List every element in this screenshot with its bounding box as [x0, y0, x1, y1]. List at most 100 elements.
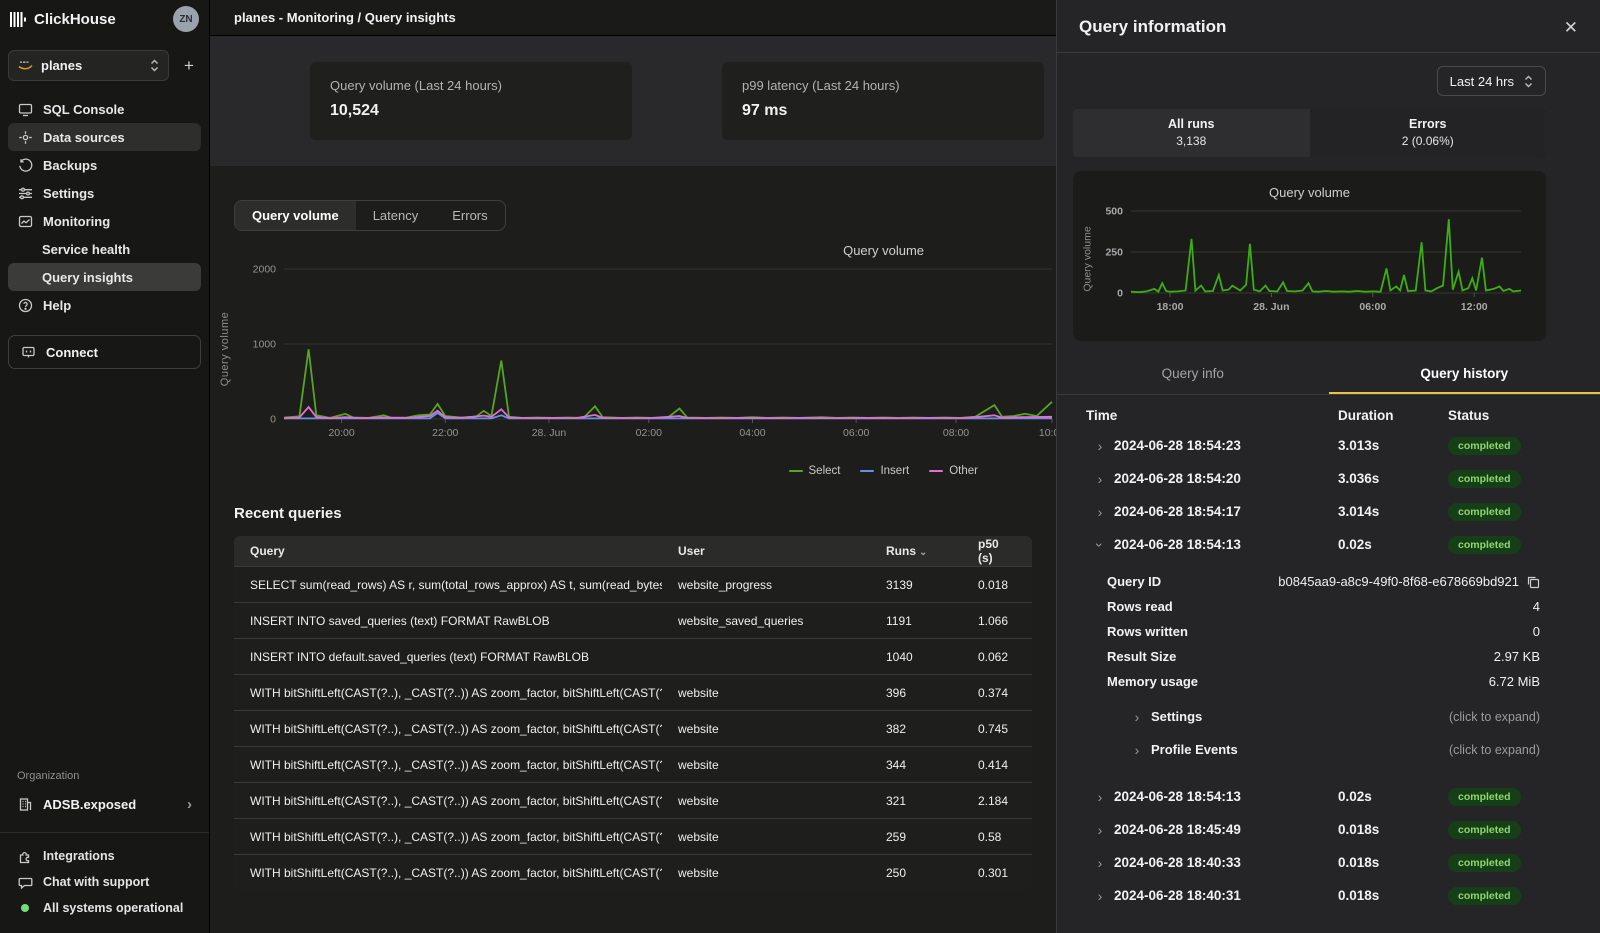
mini-query-volume-chart: Query volume Query volume 500250018:0028…	[1073, 171, 1546, 341]
detail-value: 6.72 MiB	[1489, 674, 1540, 689]
column-p50[interactable]: p50 (s)	[962, 537, 1032, 565]
history-duration: 3.014s	[1338, 504, 1448, 519]
history-row[interactable]: › 2024-06-28 18:45:49 0.018s completed	[1057, 813, 1600, 846]
stat-card-p99-latency: p99 latency (Last 24 hours) 97 ms	[722, 62, 1044, 140]
history-row[interactable]: › 2024-06-28 18:54:13 0.02s completed	[1057, 780, 1600, 813]
detail-value: 2.97 KB	[1494, 649, 1540, 664]
table-header: Query User Runs⌄ p50 (s)	[234, 536, 1032, 566]
column-user[interactable]: User	[662, 544, 870, 558]
chart-tabs: Query volume Latency Errors	[234, 200, 506, 231]
mini-chart-plot-area[interactable]: 500250018:0028. Jun06:0012:00	[1085, 205, 1531, 322]
status-badge: completed	[1448, 536, 1521, 554]
recent-queries-body: SELECT sum(read_rows) AS r, sum(total_ro…	[234, 566, 1032, 890]
panel-tabs: Query info Query history	[1057, 356, 1600, 395]
detail-row: Memory usage 6.72 MiB	[1107, 669, 1540, 694]
detail-label: Result Size	[1107, 649, 1494, 664]
sidebar-item-help[interactable]: Help	[8, 291, 201, 319]
table-row[interactable]: INSERT INTO saved_queries (text) FORMAT …	[234, 602, 1032, 638]
legend-item-select[interactable]: Select	[789, 465, 841, 477]
cell-user: website	[662, 686, 870, 700]
table-row[interactable]: WITH bitShiftLeft(CAST(?..), _CAST(?..))…	[234, 746, 1032, 782]
sidebar-item-service-health[interactable]: Service health	[8, 235, 201, 263]
organization-row[interactable]: ADSB.exposed ›	[8, 790, 201, 818]
detail-value: 4	[1533, 599, 1540, 614]
svg-text:28. Jun: 28. Jun	[532, 427, 567, 439]
copy-icon[interactable]	[1526, 575, 1540, 589]
history-row[interactable]: › 2024-06-28 18:40:33 0.018s completed	[1057, 846, 1600, 879]
chevron-right-icon[interactable]: ›	[1086, 438, 1114, 454]
history-row[interactable]: › 2024-06-28 18:54:17 3.014s completed	[1057, 495, 1600, 528]
history-row[interactable]: › 2024-06-28 18:54:23 3.013s completed	[1057, 429, 1600, 462]
expandable-row-settings[interactable]: › Settings (click to expand)	[1057, 700, 1600, 733]
sidebar-item-data-sources[interactable]: Data sources	[8, 123, 201, 151]
history-row[interactable]: › 2024-06-28 18:54:20 3.036s completed	[1057, 462, 1600, 495]
tab-latency[interactable]: Latency	[356, 201, 436, 230]
stats-band: Query volume (Last 24 hours) 10,524 p99 …	[210, 36, 1056, 166]
tab-query-history[interactable]: Query history	[1329, 356, 1600, 394]
table-row[interactable]: WITH bitShiftLeft(CAST(?..), _CAST(?..))…	[234, 710, 1032, 746]
svg-text:250: 250	[1105, 247, 1123, 259]
cell-runs: 1191	[870, 614, 962, 628]
expandable-row-profile-events[interactable]: › Profile Events (click to expand)	[1057, 733, 1600, 766]
column-query[interactable]: Query	[234, 544, 662, 558]
legend-swatch	[860, 470, 874, 473]
connect-button[interactable]: Connect	[8, 335, 201, 369]
chevron-right-icon[interactable]: ›	[1086, 504, 1114, 520]
cell-query: WITH bitShiftLeft(CAST(?..), _CAST(?..))…	[234, 758, 662, 772]
sidebar-item-backups[interactable]: Backups	[8, 151, 201, 179]
sidebar-item-sql-console[interactable]: SQL Console	[8, 95, 201, 123]
sort-desc-icon: ⌄	[919, 547, 927, 558]
segment-all-runs[interactable]: All runs 3,138	[1073, 109, 1310, 157]
sidebar-item-query-insights[interactable]: Query insights	[8, 263, 201, 291]
chevron-right-icon[interactable]: ›	[1086, 855, 1114, 871]
status-badge: completed	[1448, 887, 1521, 905]
table-row[interactable]: INSERT INTO default.saved_queries (text)…	[234, 638, 1032, 674]
sidebar-item-chat-support[interactable]: Chat with support	[8, 869, 201, 895]
svg-text:22:00: 22:00	[432, 427, 458, 439]
status-badge: completed	[1448, 470, 1521, 488]
table-row[interactable]: SELECT sum(read_rows) AS r, sum(total_ro…	[234, 566, 1032, 602]
tab-query-info[interactable]: Query info	[1057, 356, 1329, 394]
chevron-down-icon[interactable]: ›	[1092, 531, 1108, 559]
organization-icon	[17, 796, 33, 812]
time-range-select[interactable]: Last 24 hrs	[1437, 66, 1546, 96]
stat-label: p99 latency (Last 24 hours)	[742, 78, 1024, 93]
column-runs[interactable]: Runs⌄	[870, 544, 962, 558]
footer-item-label: Integrations	[43, 849, 115, 863]
cell-query: WITH bitShiftLeft(CAST(?..), _CAST(?..))…	[234, 830, 662, 844]
sidebar-item-monitoring[interactable]: Monitoring	[8, 207, 201, 235]
chevron-right-icon[interactable]: ›	[1086, 789, 1114, 805]
status-badge: completed	[1448, 854, 1521, 872]
chevron-right-icon[interactable]: ›	[1086, 471, 1114, 487]
sidebar-item-settings[interactable]: Settings	[8, 179, 201, 207]
table-row[interactable]: WITH bitShiftLeft(CAST(?..), _CAST(?..))…	[234, 782, 1032, 818]
sidebar-item-integrations[interactable]: Integrations	[8, 843, 201, 869]
legend-swatch	[789, 470, 803, 473]
help-icon	[17, 297, 33, 313]
cell-p50: 0.062	[962, 650, 1032, 664]
service-select[interactable]: planes	[8, 50, 169, 81]
cell-user: website_saved_queries	[662, 614, 870, 628]
system-status-row[interactable]: All systems operational	[8, 895, 201, 921]
chart-plot-area[interactable]: 20001000020:0022:0028. Jun02:0004:0006:0…	[234, 263, 1056, 448]
main-header: planes - Monitoring / Query insights	[210, 0, 1056, 36]
avatar[interactable]: ZN	[173, 6, 199, 32]
table-row[interactable]: WITH bitShiftLeft(CAST(?..), _CAST(?..))…	[234, 818, 1032, 854]
legend-item-other[interactable]: Other	[929, 465, 978, 477]
chevron-right-icon[interactable]: ›	[1086, 888, 1114, 904]
tab-query-volume[interactable]: Query volume	[235, 201, 356, 230]
history-row[interactable]: › 2024-06-28 18:40:31 0.018s completed	[1057, 879, 1600, 912]
chevron-right-icon[interactable]: ›	[1086, 822, 1114, 838]
legend-item-insert[interactable]: Insert	[860, 465, 909, 477]
cell-runs: 250	[870, 866, 962, 880]
segment-errors[interactable]: Errors 2 (0.06%)	[1310, 109, 1547, 157]
table-row[interactable]: WITH bitShiftLeft(CAST(?..), _CAST(?..))…	[234, 854, 1032, 890]
history-time: 2024-06-28 18:54:13	[1114, 789, 1338, 804]
table-row[interactable]: WITH bitShiftLeft(CAST(?..), _CAST(?..))…	[234, 674, 1032, 710]
add-service-button[interactable]: +	[177, 56, 201, 76]
svg-text:10:00: 10:00	[1039, 427, 1056, 439]
history-row[interactable]: › 2024-06-28 18:54:13 0.02s completed	[1057, 528, 1600, 561]
sidebar-item-label: Service health	[42, 242, 130, 257]
tab-errors[interactable]: Errors	[435, 201, 504, 230]
close-icon[interactable]: ✕	[1564, 19, 1578, 36]
